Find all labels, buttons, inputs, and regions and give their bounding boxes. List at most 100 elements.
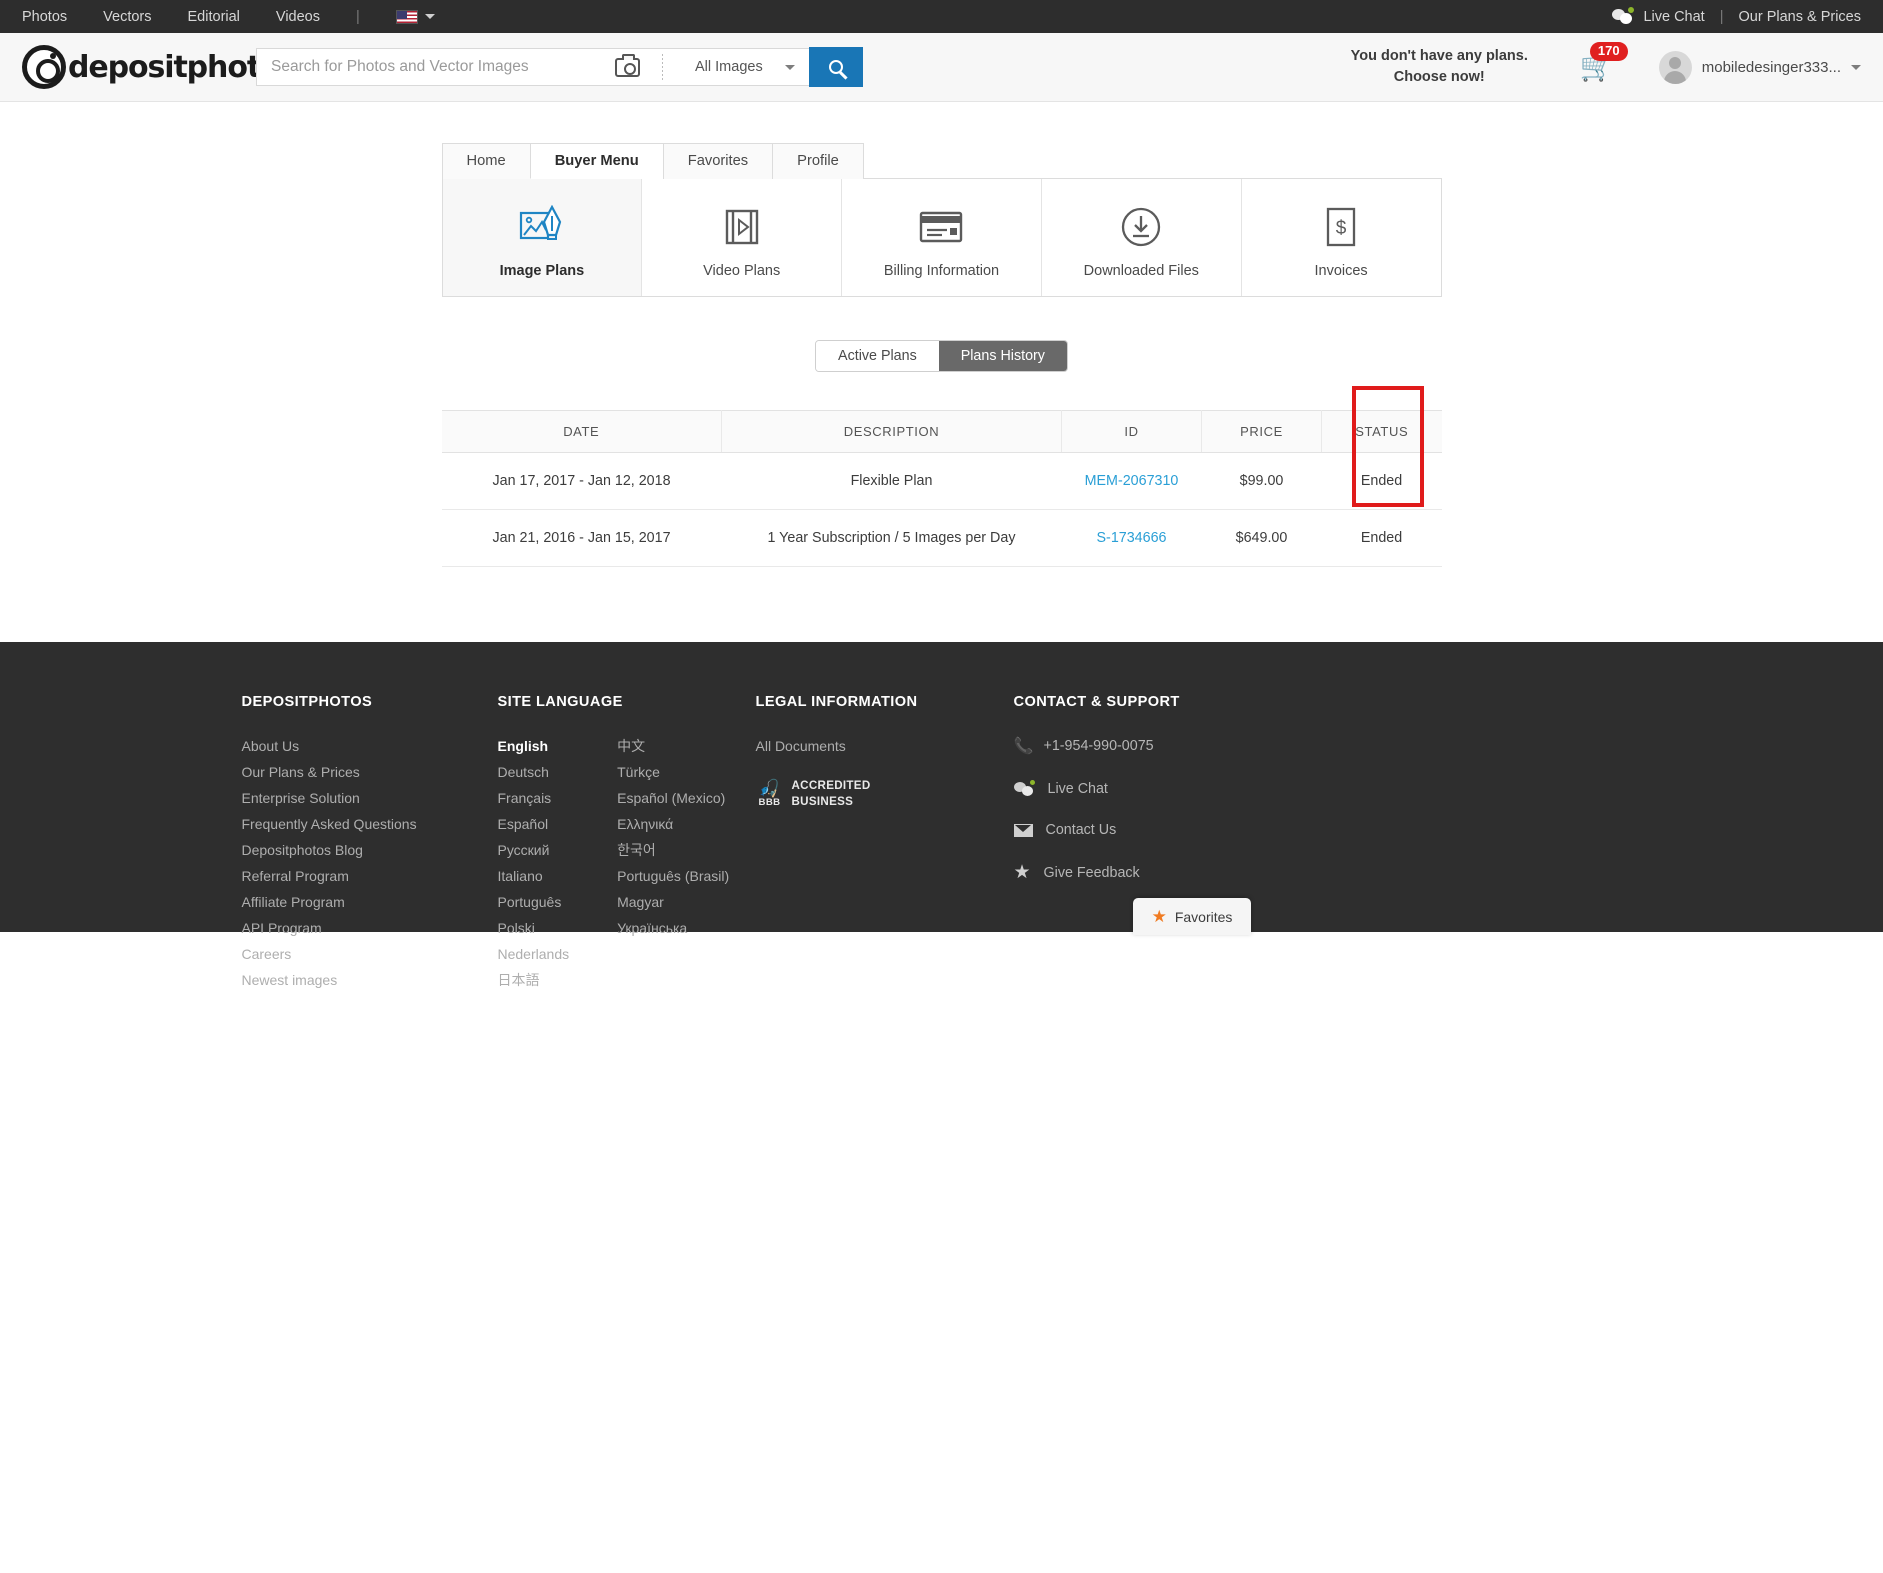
tab-buyer-menu[interactable]: Buyer Menu [529,143,664,179]
plan-id-link[interactable]: MEM-2067310 [1085,473,1179,489]
toggle-active-plans[interactable]: Active Plans [816,341,939,371]
credit-card-icon [842,201,1041,253]
lang-russian[interactable]: Русский [498,840,570,860]
topnav-link-vectors[interactable]: Vectors [103,9,151,25]
header-right-group: You don't have any plans. Choose now! 🛒 … [1351,42,1861,87]
footer-link-api-program[interactable]: API Program [242,918,498,938]
top-navigation-bar: Photos Vectors Editorial Videos | Live C… [0,0,1883,33]
footer-link-our-plans-prices[interactable]: Our Plans & Prices [242,762,498,782]
contact-us-row[interactable]: Contact Us [1013,822,1180,838]
search-bar: All Images [256,47,863,87]
table-header-row: DATE DESCRIPTION ID PRICE STATUS [441,410,1442,453]
language-lists: English Deutsch Français Español Русский… [498,736,756,996]
contact-phone-row[interactable]: 📞 +1-954-990-0075 [1014,736,1180,756]
username-label[interactable]: mobiledesinger333... [1702,59,1841,76]
logo[interactable]: depositphotos [22,45,297,89]
no-plans-message[interactable]: You don't have any plans. Choose now! [1351,46,1528,87]
lang-turkce[interactable]: Türkçe [617,762,729,782]
camera-search-icon[interactable] [615,53,640,77]
topnav-plans-prices[interactable]: Our Plans & Prices [1739,9,1862,25]
search-input[interactable] [269,57,609,77]
phone-icon: 📞 [1013,738,1034,755]
lang-portugues[interactable]: Português [498,892,570,912]
cell-status: Ended [1321,452,1442,510]
footer-link-affiliate-program[interactable]: Affiliate Program [242,892,498,912]
card-label: Billing Information [883,263,1000,279]
footer-link-careers[interactable]: Careers [242,944,498,964]
lang-espanol-mexico[interactable]: Español (Mexico) [617,788,729,808]
contact-us: Contact Us [1045,822,1117,838]
card-video-plans[interactable]: Video Plans [642,179,843,296]
card-billing-information[interactable]: Billing Information [842,179,1042,296]
lang-nederlands[interactable]: Nederlands [498,944,570,964]
table-header: DATE DESCRIPTION ID PRICE STATUS [441,410,1442,453]
bbb-accredited-badge[interactable]: 🎣 BBB ACCREDITED BUSINESS [756,778,1014,809]
topnav-link-photos[interactable]: Photos [22,9,67,25]
plans-toggle-row: Active Plans Plans History [442,340,1442,372]
topnav-divider: | [355,8,360,25]
topnav-right-group: Live Chat | Our Plans & Prices [1612,7,1862,25]
search-input-container[interactable] [256,48,652,86]
contact-live-chat-row[interactable]: Live Chat [1013,780,1180,797]
footer-link-about-us[interactable]: About Us [242,736,498,756]
toggle-plans-history[interactable]: Plans History [938,341,1067,371]
lang-espanol[interactable]: Español [498,814,570,834]
lang-greek[interactable]: Ελληνικά [617,814,729,834]
lang-english[interactable]: English [498,736,570,756]
language-selector[interactable] [395,9,435,24]
tab-home[interactable]: Home [441,143,531,179]
column-header-price: PRICE [1201,410,1322,453]
invoice-dollar-icon: $ [1242,201,1441,253]
card-invoices[interactable]: $ Invoices [1242,179,1441,296]
site-header: depositphotos All Images You don't have … [0,33,1883,102]
plans-toggle: Active Plans Plans History [815,340,1068,372]
topnav-link-videos[interactable]: Videos [276,9,320,25]
lang-italiano[interactable]: Italiano [498,866,570,886]
search-category-dropdown[interactable]: All Images [652,48,809,86]
lang-japanese[interactable]: 日本語 [498,970,570,990]
lang-deutsch[interactable]: Deutsch [498,762,570,782]
lang-chinese[interactable]: 中文 [617,736,729,756]
lang-ukrainian[interactable]: Українська [617,918,729,938]
cell-description: Flexible Plan [721,452,1062,510]
lang-portugues-brasil[interactable]: Português (Brasil) [617,866,729,886]
lang-korean[interactable]: 한국어 [617,840,729,860]
no-plans-line1: You don't have any plans. [1350,48,1528,65]
cell-description: 1 Year Subscription / 5 Images per Day [721,509,1062,567]
card-downloaded-files[interactable]: Downloaded Files [1042,179,1242,296]
tab-profile[interactable]: Profile [772,143,864,179]
footer-title-legal-information: LEGAL INFORMATION [755,694,918,710]
buyer-menu-cards: Image Plans Video Plans Billing Informat… [441,179,1442,297]
lang-francais[interactable]: Français [498,788,570,808]
table-row: Jan 17, 2017 - Jan 12, 2018 Flexible Pla… [441,452,1442,510]
avatar[interactable] [1658,50,1692,84]
tab-favorites[interactable]: Favorites [662,143,774,179]
bbb-torch-icon: 🎣 BBB [756,780,784,808]
give-feedback-row[interactable]: ★ Give Feedback [1014,863,1180,882]
topnav-live-chat[interactable]: Live Chat [1643,9,1704,25]
chevron-down-icon[interactable] [1851,64,1861,70]
footer-link-all-documents[interactable]: All Documents [756,736,1014,756]
lang-magyar[interactable]: Magyar [617,892,729,912]
footer-column-depositphotos: DEPOSITPHOTOS About Us Our Plans & Price… [242,694,498,996]
footer-link-enterprise-solution[interactable]: Enterprise Solution [242,788,498,808]
plan-id-link[interactable]: S-1734666 [1097,530,1167,546]
lang-polski[interactable]: Polski [498,918,570,938]
cart-count-badge: 170 [1589,42,1628,61]
footer-link-faq[interactable]: Frequently Asked Questions [242,814,498,834]
footer-link-newest-images[interactable]: Newest images [242,970,498,990]
cell-date: Jan 21, 2016 - Jan 15, 2017 [441,509,722,567]
footer-title-site-language: SITE LANGUAGE [497,694,623,710]
card-image-plans[interactable]: Image Plans [442,179,643,296]
favorites-widget[interactable]: ★ Favorites [1133,898,1251,935]
film-play-icon [642,201,841,253]
cart-button[interactable]: 🛒 170 [1580,42,1628,81]
search-button[interactable] [808,47,863,87]
footer-link-referral-program[interactable]: Referral Program [242,866,498,886]
footer-link-blog[interactable]: Depositphotos Blog [242,840,498,860]
svg-text:$: $ [1336,218,1347,239]
topnav-link-editorial[interactable]: Editorial [188,9,240,25]
footer-columns: DEPOSITPHOTOS About Us Our Plans & Price… [242,642,1642,996]
cell-id: MEM-2067310 [1061,452,1202,510]
star-icon: ★ [1013,862,1031,883]
